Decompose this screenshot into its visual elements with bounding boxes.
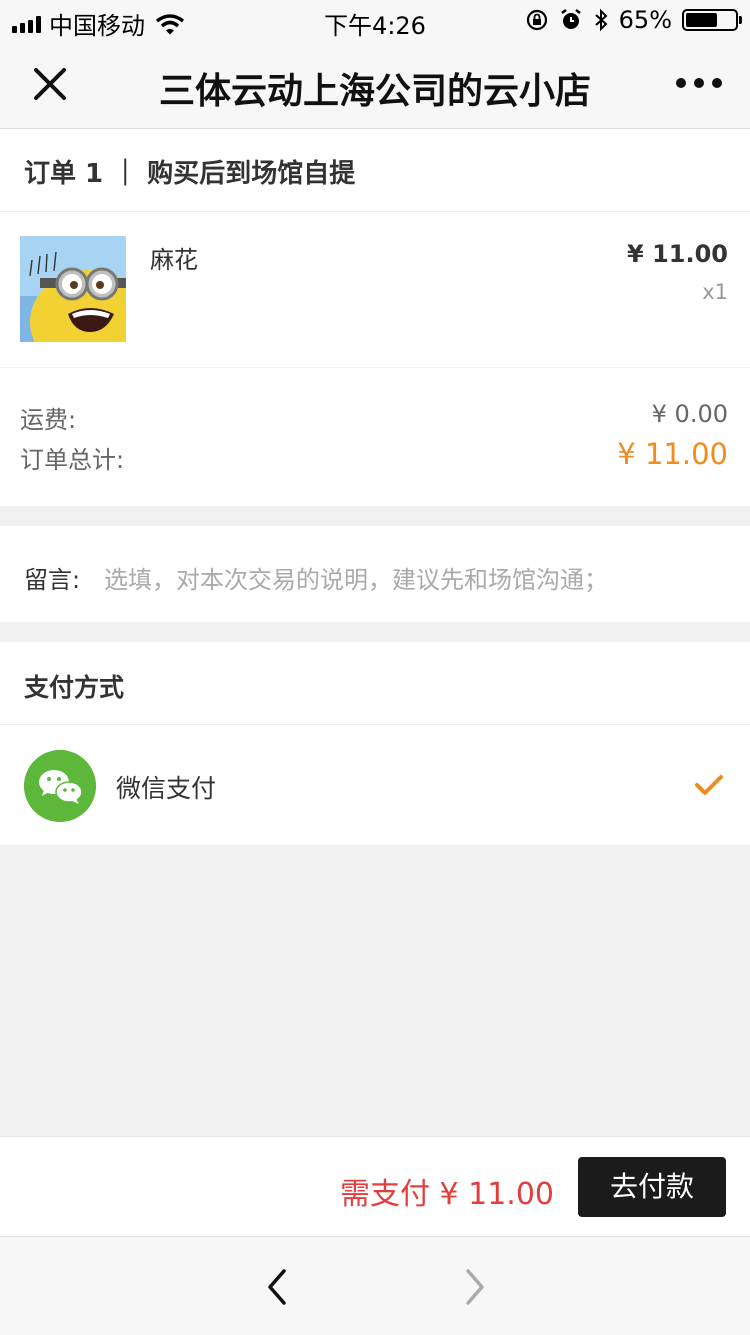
payment-method-label: 微信支付 [116, 774, 217, 803]
shipping-value: ¥ 0.00 [651, 400, 728, 428]
message-label: 留言: [24, 566, 81, 594]
product-row: 麻花 ¥ 11.00 x1 [0, 212, 750, 368]
order-header: 订单 1 ｜ 购买后到场馆自提 [0, 129, 750, 212]
forward-arrow-icon[interactable] [460, 1267, 490, 1307]
battery-percent: 65% [618, 6, 672, 34]
product-quantity: x1 [702, 280, 728, 304]
payment-header-text: 支付方式 [24, 673, 125, 702]
close-icon[interactable] [28, 62, 72, 106]
browser-toolbar [0, 1236, 750, 1335]
product-price: ¥ 11.00 [627, 240, 728, 268]
bluetooth-icon [594, 8, 608, 32]
payment-header: 支付方式 [0, 642, 750, 725]
wechat-pay-icon [24, 750, 96, 822]
order-header-text: 订单 1 ｜ 购买后到场馆自提 [24, 159, 356, 189]
total-label: 订单总计: [20, 446, 125, 474]
payment-option-wechat[interactable]: 微信支付 [0, 725, 750, 845]
more-icon[interactable] [676, 78, 722, 88]
total-row: 订单总计: ¥ 11.00 [20, 437, 728, 475]
shipping-row: 运费: ¥ 0.00 [20, 400, 728, 435]
alarm-icon [560, 9, 581, 29]
order-totals: 运费: ¥ 0.00 订单总计: ¥ 11.00 [0, 368, 750, 506]
amount-due: 需支付 ¥ 11.00 [339, 1177, 554, 1212]
nav-bar: 三体云动上海公司的云小店 [0, 40, 750, 129]
pay-button[interactable]: 去付款 [578, 1157, 726, 1217]
product-thumbnail [20, 236, 126, 342]
rotation-lock-icon [526, 9, 547, 31]
page-title: 三体云动上海公司的云小店 [158, 71, 591, 112]
status-bar: 中国移动 下午4:26 65% [0, 0, 750, 40]
back-arrow-icon[interactable] [262, 1267, 292, 1307]
product-name: 麻花 [150, 246, 198, 274]
battery-icon [682, 9, 742, 31]
message-field[interactable]: 留言: 选填，对本次交易的说明，建议先和场馆沟通； [0, 526, 750, 622]
shipping-label: 运费: [20, 406, 77, 434]
message-input[interactable]: 选填，对本次交易的说明，建议先和场馆沟通； [104, 560, 608, 595]
checkout-bar: 需支付 ¥ 11.00 去付款 [0, 1136, 750, 1236]
total-value: ¥ 11.00 [617, 437, 728, 471]
status-right: 65% [525, 6, 742, 34]
battery-fill [686, 13, 718, 27]
check-icon [695, 775, 723, 795]
